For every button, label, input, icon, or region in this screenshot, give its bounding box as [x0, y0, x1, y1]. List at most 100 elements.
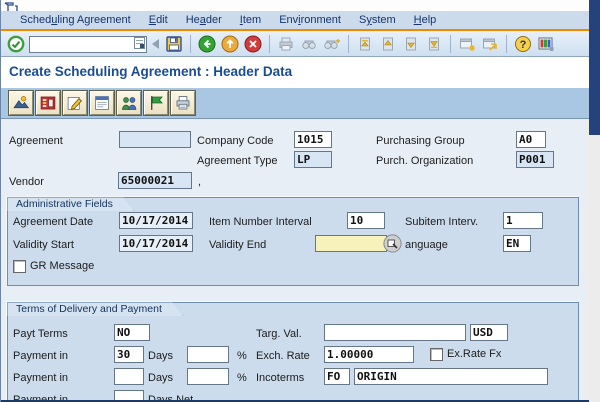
toolbar-divider	[269, 34, 270, 53]
vendor-suffix: ,	[198, 176, 202, 188]
gr-message-checkbox[interactable]	[13, 260, 26, 273]
percent-1-label: %	[237, 350, 247, 362]
language-label: anguage	[405, 239, 448, 251]
toolbar-divider	[506, 34, 507, 53]
menu-item-environment[interactable]: Environment	[270, 14, 350, 26]
payt-terms-label: Payt Terms	[13, 328, 68, 340]
language-field[interactable]	[503, 235, 531, 252]
item-number-interval-label: Item Number Interval	[209, 216, 312, 228]
svg-text:?: ?	[520, 39, 527, 51]
agreement-label: Agreement	[9, 135, 63, 147]
item-number-interval-field[interactable]	[347, 212, 385, 229]
find-icon[interactable]	[299, 34, 319, 54]
print-button[interactable]	[171, 91, 195, 115]
agreement-type-label: Agreement Type	[197, 155, 278, 167]
find-next-icon[interactable]	[322, 34, 342, 54]
standard-toolbar: ?	[1, 31, 589, 57]
vendor-label: Vendor	[9, 176, 44, 188]
cancel-button[interactable]	[243, 34, 263, 54]
window-edge	[589, 0, 600, 135]
command-field-wrap	[29, 35, 147, 53]
last-page-icon[interactable]	[424, 34, 444, 54]
purchasing-group-field[interactable]	[516, 131, 546, 148]
targ-val-label: Targ. Val.	[256, 328, 302, 340]
exch-rate-field[interactable]	[324, 346, 414, 363]
agreement-date-field[interactable]	[119, 212, 193, 229]
sap-window: Scheduling Agreement Edit Header Item En…	[0, 0, 600, 402]
item-detail-button[interactable]	[36, 91, 60, 115]
purch-organization-label: Purch. Organization	[376, 155, 474, 167]
agreement-date-label: Agreement Date	[13, 216, 94, 228]
ex-rate-fx-checkbox[interactable]	[430, 348, 443, 361]
application-toolbar	[1, 88, 589, 119]
header-details-button[interactable]	[90, 91, 114, 115]
agreement-field[interactable]	[119, 131, 191, 148]
toolbar-divider	[190, 34, 191, 53]
company-code-label: Company Code	[197, 135, 274, 147]
command-history-icon[interactable]	[134, 37, 145, 49]
payment-in-1-label: Payment in	[13, 350, 69, 362]
subitem-interval-label: Subitem Interv.	[405, 216, 479, 228]
validity-start-field[interactable]	[119, 235, 193, 252]
enter-button[interactable]	[6, 34, 26, 54]
terms-tab: Terms of Delivery and Payment	[7, 302, 183, 316]
administrative-fields-tab: Administrative Fields	[7, 197, 134, 211]
create-shortcut-icon[interactable]	[480, 34, 500, 54]
incoterms-text-field[interactable]	[354, 368, 548, 385]
percent-2-label: %	[237, 372, 247, 384]
menu-bar: Scheduling Agreement Edit Header Item En…	[1, 11, 589, 29]
set-flag-button[interactable]	[144, 91, 168, 115]
payment-in-1-field[interactable]	[114, 346, 144, 363]
overview-button[interactable]	[9, 91, 33, 115]
percent-2-field[interactable]	[187, 368, 229, 385]
print-icon[interactable]	[276, 34, 296, 54]
new-session-icon[interactable]	[457, 34, 477, 54]
save-button[interactable]	[164, 34, 184, 54]
payment-in-2-field[interactable]	[114, 368, 144, 385]
toolbar-divider	[450, 34, 451, 53]
partners-button[interactable]	[117, 91, 141, 115]
title-bar: Create Scheduling Agreement : Header Dat…	[1, 57, 589, 88]
menu-item-item[interactable]: Item	[231, 14, 270, 26]
collapse-toolbar-icon[interactable]	[152, 38, 159, 49]
back-button[interactable]	[197, 34, 217, 54]
command-field[interactable]	[29, 36, 147, 53]
menu-item-system[interactable]: System	[350, 14, 405, 26]
page-title: Create Scheduling Agreement : Header Dat…	[9, 64, 293, 79]
percent-1-field[interactable]	[187, 346, 229, 363]
ex-rate-fx-label: Ex.Rate Fx	[447, 348, 502, 360]
gr-message-label: GR Message	[30, 260, 95, 272]
days-2-label: Days	[148, 372, 174, 384]
customize-layout-icon[interactable]	[536, 34, 556, 54]
help-icon[interactable]: ?	[513, 34, 533, 54]
validity-start-label: Validity Start	[13, 239, 74, 251]
next-page-icon[interactable]	[401, 34, 421, 54]
company-code-field[interactable]	[294, 131, 332, 148]
menu-item-edit[interactable]: Edit	[140, 14, 177, 26]
currency-field[interactable]	[470, 324, 508, 341]
menu-item-help[interactable]: Help	[405, 14, 446, 26]
payment-in-2-label: Payment in	[13, 372, 69, 384]
matchcode-icon[interactable]	[383, 234, 402, 253]
validity-end-field[interactable]	[315, 235, 387, 252]
previous-page-icon[interactable]	[378, 34, 398, 54]
first-page-icon[interactable]	[355, 34, 375, 54]
menu-item-scheduling-agreement[interactable]: Scheduling Agreement	[11, 14, 140, 26]
purch-organization-field[interactable]	[516, 151, 554, 168]
payt-terms-field[interactable]	[114, 324, 150, 341]
agreement-type-field[interactable]	[294, 151, 332, 168]
purchasing-group-label: Purchasing Group	[376, 135, 465, 147]
exch-rate-label: Exch. Rate	[256, 350, 310, 362]
subitem-interval-field[interactable]	[503, 212, 543, 229]
targ-val-field[interactable]	[324, 324, 466, 341]
change-button[interactable]	[63, 91, 87, 115]
vendor-field[interactable]	[118, 172, 192, 189]
toolbar-divider	[348, 34, 349, 53]
titlebar-strip	[1, 0, 589, 14]
exit-button[interactable]	[220, 34, 240, 54]
validity-end-label: Validity End	[209, 239, 267, 251]
days-1-label: Days	[148, 350, 174, 362]
incoterms-label: Incoterms	[256, 372, 305, 384]
menu-item-header[interactable]: Header	[177, 14, 231, 26]
incoterms-code-field[interactable]	[324, 368, 350, 385]
